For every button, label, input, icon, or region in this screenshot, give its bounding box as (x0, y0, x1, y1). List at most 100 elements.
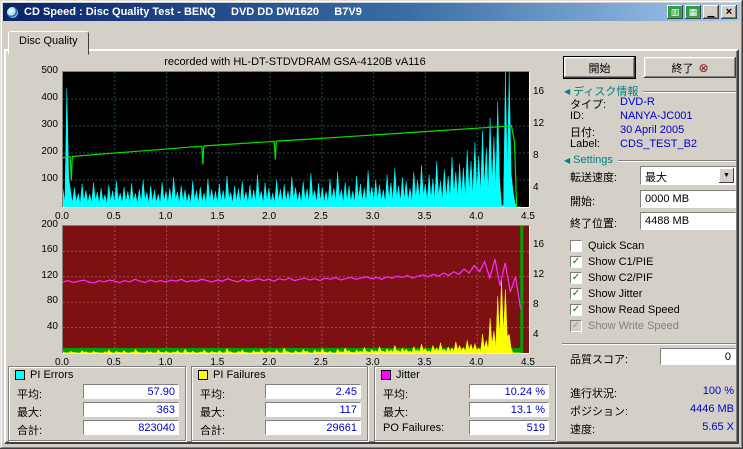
axis-tick-label: 100 (41, 173, 58, 184)
axis-tick-label: 40 (46, 320, 58, 332)
axis-tick-label: 200 (41, 146, 58, 157)
check-icon: ✓ (571, 272, 581, 283)
start-position-field[interactable]: 0000 MB (640, 190, 736, 208)
disc-id-value: NANYA-JC001 (620, 110, 693, 122)
transfer-rate-combobox[interactable]: 最大 ▼ (640, 166, 736, 185)
quality-score-label: 品質スコア: (570, 354, 629, 366)
recorded-with-label: recorded with HL-DT-STDVDRAM GSA-4120B v… (164, 56, 426, 68)
jitter-title: Jitter (396, 369, 420, 381)
axis-tick-label: 3.0 (365, 211, 380, 222)
stat-value-field: 13.1 % (469, 402, 549, 417)
stat-label: 合計: (17, 425, 43, 437)
check-icon: ✓ (571, 256, 581, 267)
axis-tick-label: 1.0 (158, 211, 173, 222)
collapse-arrow-icon[interactable]: ◀ (564, 156, 570, 165)
titlebar-icon-button-2[interactable]: ▦ (685, 5, 701, 19)
pie-chart-plot (62, 71, 530, 208)
collapse-arrow-icon[interactable]: ◀ (564, 87, 570, 96)
settings-section-header: ◀ Settings (564, 154, 736, 166)
axis-tick-label: 4 (533, 181, 539, 193)
stat-value-field: 29661 (265, 420, 361, 435)
progress-label: 進行状況: (570, 388, 618, 400)
checkbox-box: ✓ (570, 240, 582, 252)
dropdown-arrow-icon[interactable]: ▼ (719, 168, 734, 183)
checkbox-quick-scan[interactable]: ✓ Quick Scan (570, 239, 644, 253)
start-button[interactable]: 開始 (563, 56, 636, 79)
section-divider (643, 90, 736, 92)
axis-tick-label: 4 (533, 328, 539, 340)
pif-jitter-chart: 200 160 120 80 40 16 12 8 4 0.0 0.5 1.0 1.5 2.0 2.5 3.0… (36, 219, 558, 373)
stat-label: 最大: (383, 407, 409, 419)
checkbox-show-c2-pif[interactable]: ✓ Show C2/PIF (570, 271, 653, 285)
stat-value-field: 519 (469, 420, 549, 435)
stat-label: 最大: (200, 407, 226, 419)
exit-icon: ⊗ (698, 60, 709, 75)
app-icon (6, 5, 19, 19)
stat-value-field: 57.90 (83, 384, 179, 399)
checkbox-box: ✓ (570, 304, 582, 316)
pi-failures-title: PI Failures (213, 369, 266, 381)
end-position-label: 終了位置: (570, 218, 618, 230)
disc-id-label: ID: (570, 110, 585, 122)
divider (562, 343, 736, 344)
position-value: 4446 MB (689, 403, 734, 415)
stat-value-field: 363 (83, 402, 179, 417)
stat-value-field: 823040 (83, 420, 179, 435)
axis-tick-label: 200 (41, 219, 58, 230)
axis-tick-label: 1.5 (210, 211, 225, 222)
axis-tick-label: 8 (533, 299, 539, 310)
stat-label: 平均: (200, 389, 226, 401)
checkbox-box: ✓ (570, 256, 582, 268)
checkbox-show-read-speed[interactable]: ✓ Show Read Speed (570, 303, 680, 317)
transfer-rate-label: 転送速度: (570, 172, 618, 184)
axis-tick-label: 4.0 (469, 211, 484, 222)
stat-label: 平均: (17, 389, 43, 401)
section-divider (617, 159, 736, 161)
axis-tick-label: 400 (41, 92, 58, 103)
checkbox-box: ✓ (570, 320, 582, 332)
close-button[interactable]: × (721, 5, 737, 19)
stat-label: 最大: (17, 407, 43, 419)
axis-tick-label: 12 (533, 268, 545, 280)
axis-tick-label: 12 (533, 117, 545, 129)
pie-read-speed-chart: 500 400 300 200 100 16 12 8 4 0.0 0.5 1.0 1.5 2.0 2.5 3… (36, 65, 558, 227)
stat-value-field: 10.24 % (469, 384, 549, 399)
pi-errors-swatch (15, 370, 25, 380)
speed-value: 5.65 X (702, 421, 734, 433)
quality-score-field: 0 (660, 348, 736, 365)
minimize-button[interactable]: ▁ (703, 5, 719, 19)
axis-tick-label: 0.5 (106, 211, 121, 222)
progress-value: 100 % (702, 385, 734, 397)
axis-tick-label: 8 (533, 150, 539, 162)
titlebar-icon-button-1[interactable]: ▥ (667, 5, 683, 19)
transfer-rate-value: 最大 (645, 172, 667, 184)
stat-value-field: 117 (265, 402, 361, 417)
stop-button[interactable]: 終了 ⊗ (644, 57, 736, 78)
titlebar[interactable]: CD Speed : Disc Quality Test - BENQ DVD … (3, 3, 740, 21)
application-window: CD Speed : Disc Quality Test - BENQ DVD … (0, 0, 743, 449)
axis-tick-label: 4.5 (521, 211, 535, 222)
stat-label: PO Failures: (383, 422, 445, 434)
axis-tick-label: 2.0 (262, 211, 277, 222)
axis-tick-label: 160 (41, 244, 58, 256)
axis-tick-label: 80 (46, 295, 58, 307)
pi-failures-group: PI Failures 平均: 2.45 最大: 117 合計: 29661 (191, 366, 368, 441)
end-position-field[interactable]: 4488 MB (640, 212, 736, 230)
jitter-swatch (381, 370, 391, 380)
axis-tick-label: 3.5 (417, 211, 432, 222)
pi-errors-title: PI Errors (30, 369, 74, 381)
check-icon: ✓ (571, 320, 581, 331)
disc-date-value: 30 April 2005 (620, 124, 685, 136)
axis-tick-label: 500 (41, 65, 58, 76)
tab-disc-quality[interactable]: Disc Quality (8, 31, 89, 55)
checkbox-box: ✓ (570, 288, 582, 300)
stat-label: 平均: (383, 389, 409, 401)
window-title: CD Speed : Disc Quality Test - BENQ DVD … (24, 6, 362, 18)
pif-chart-plot (62, 225, 530, 354)
axis-tick-label: 16 (533, 85, 545, 97)
start-position-label: 開始: (570, 196, 596, 208)
checkbox-show-jitter[interactable]: ✓ Show Jitter (570, 287, 642, 301)
pi-errors-group: PI Errors 平均: 57.90 最大: 363 合計: 823040 (8, 366, 186, 441)
checkbox-show-c1-pie[interactable]: ✓ Show C1/PIE (570, 255, 653, 269)
pi-failures-swatch (198, 370, 208, 380)
